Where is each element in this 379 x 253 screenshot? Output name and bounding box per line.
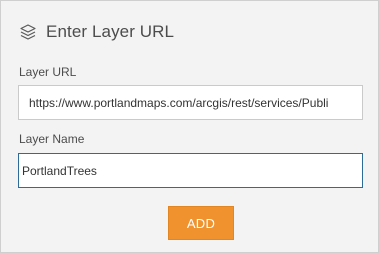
panel-header: Enter Layer URL (19, 19, 174, 45)
enter-layer-url-panel: Enter Layer URL Layer URL Layer Name ADD (0, 0, 379, 253)
layer-name-input[interactable] (18, 153, 363, 188)
layer-url-label: Layer URL (19, 65, 77, 79)
panel-title: Enter Layer URL (46, 22, 175, 41)
layers-icon (19, 23, 37, 41)
layer-name-label: Layer Name (19, 132, 85, 146)
add-button[interactable]: ADD (168, 206, 234, 240)
layer-url-input[interactable] (18, 85, 363, 120)
